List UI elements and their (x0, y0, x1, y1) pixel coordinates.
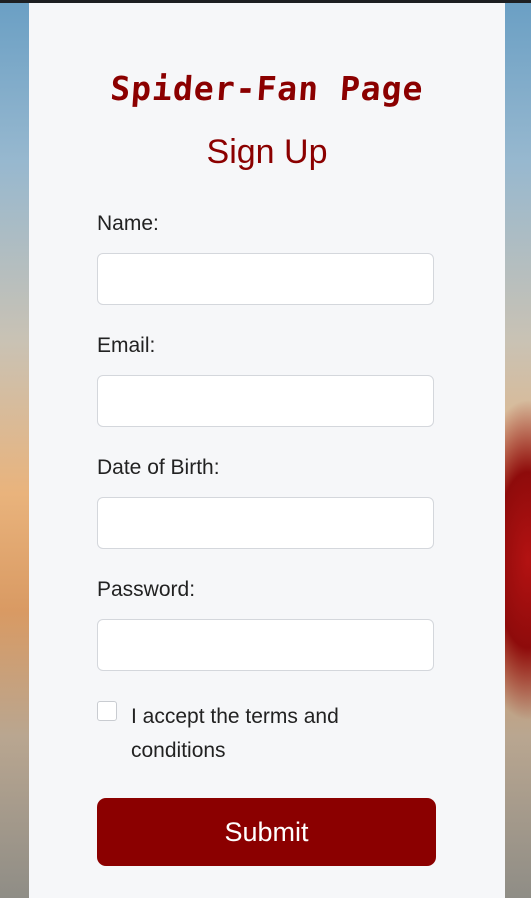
background-image: Spider-Fan Page Sign Up Name: Email: Dat… (0, 0, 531, 898)
email-label: Email: (97, 334, 156, 357)
form-heading: Sign Up (206, 133, 328, 171)
submit-button[interactable]: Submit (97, 798, 436, 866)
terms-checkbox[interactable] (97, 701, 117, 721)
site-brand-title: Spider-Fan Page (109, 69, 425, 108)
dob-input[interactable] (97, 497, 434, 549)
password-label: Password: (97, 578, 196, 601)
email-input[interactable] (97, 375, 434, 427)
name-input[interactable] (97, 253, 434, 305)
terms-label[interactable]: I accept the terms and conditions (131, 700, 421, 768)
name-label: Name: (97, 212, 159, 235)
signup-card: Spider-Fan Page Sign Up Name: Email: Dat… (29, 3, 505, 898)
password-input[interactable] (97, 619, 434, 671)
dob-label: Date of Birth: (97, 456, 220, 479)
